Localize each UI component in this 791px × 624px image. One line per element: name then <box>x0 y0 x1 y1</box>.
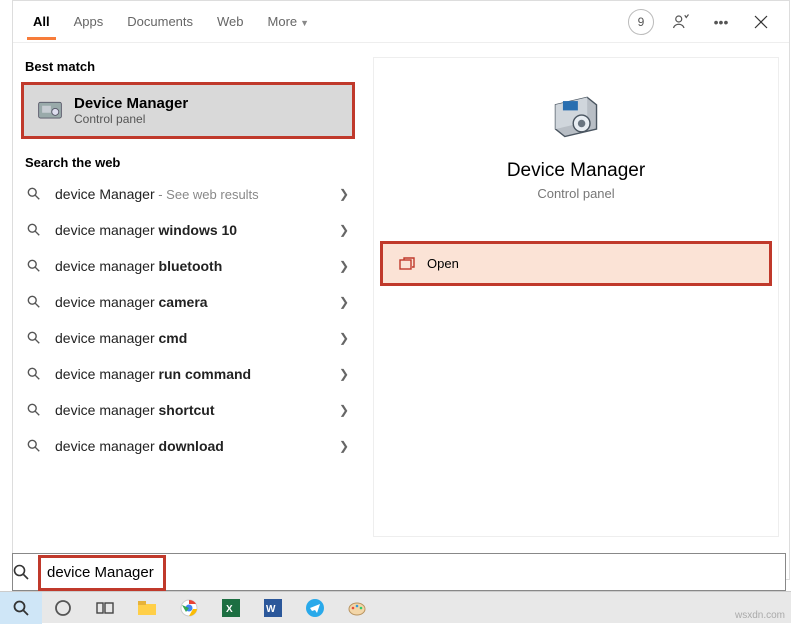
tab-bar: All Apps Documents Web More▼ 9 ••• <box>13 1 789 43</box>
chevron-right-icon: ❯ <box>339 331 349 345</box>
taskbar-cortana-icon[interactable] <box>42 592 84 624</box>
chevron-right-icon: ❯ <box>339 403 349 417</box>
web-result-item[interactable]: device Manager - See web results❯ <box>13 176 363 212</box>
best-match-header: Best match <box>13 51 363 80</box>
web-result-item[interactable]: device manager camera❯ <box>13 284 363 320</box>
search-icon <box>27 259 45 273</box>
search-icon <box>27 187 45 201</box>
taskbar-telegram-icon[interactable] <box>294 592 336 624</box>
web-result-item[interactable]: device manager download❯ <box>13 428 363 464</box>
web-result-text: device Manager - See web results <box>55 186 339 202</box>
search-panel: All Apps Documents Web More▼ 9 ••• Best … <box>12 0 790 580</box>
taskbar-paint-icon[interactable] <box>336 592 378 624</box>
best-match-item[interactable]: Device Manager Control panel <box>21 82 355 139</box>
device-manager-icon <box>36 97 64 125</box>
taskbar-word-icon[interactable]: W <box>252 592 294 624</box>
taskbar-explorer-icon[interactable] <box>126 592 168 624</box>
taskbar-chrome-icon[interactable] <box>168 592 210 624</box>
open-icon <box>399 257 415 271</box>
results-pane: Best match Device Manager Control panel … <box>13 43 363 563</box>
taskbar-search-icon[interactable] <box>0 592 42 624</box>
preview-title: Device Manager <box>384 160 768 182</box>
svg-text:W: W <box>266 604 276 615</box>
chevron-right-icon: ❯ <box>339 223 349 237</box>
svg-text:X: X <box>226 604 233 615</box>
more-options-icon[interactable]: ••• <box>707 8 735 36</box>
search-icon <box>27 295 45 309</box>
taskbar: X W <box>0 591 791 623</box>
web-result-item[interactable]: device manager bluetooth❯ <box>13 248 363 284</box>
search-icon <box>27 331 45 345</box>
close-icon[interactable] <box>747 8 775 36</box>
best-match-title: Device Manager <box>74 95 188 112</box>
chevron-right-icon: ❯ <box>339 367 349 381</box>
chevron-right-icon: ❯ <box>339 295 349 309</box>
search-bar[interactable] <box>12 553 786 591</box>
tab-web[interactable]: Web <box>205 4 256 39</box>
search-icon <box>27 403 45 417</box>
web-result-item[interactable]: device manager run command❯ <box>13 356 363 392</box>
watermark: wsxdn.com <box>735 610 785 621</box>
feedback-icon[interactable] <box>667 8 695 36</box>
search-icon <box>27 439 45 453</box>
web-result-text: device manager windows 10 <box>55 222 339 238</box>
web-result-item[interactable]: device manager windows 10❯ <box>13 212 363 248</box>
search-icon <box>13 564 43 580</box>
tab-documents[interactable]: Documents <box>115 4 205 39</box>
rewards-badge[interactable]: 9 <box>627 8 655 36</box>
web-result-text: device manager bluetooth <box>55 258 339 274</box>
open-label: Open <box>427 256 459 271</box>
web-result-text: device manager shortcut <box>55 402 339 418</box>
device-manager-icon <box>546 88 606 144</box>
preview-pane: Device Manager Control panel Open <box>363 43 789 563</box>
web-result-item[interactable]: device manager shortcut❯ <box>13 392 363 428</box>
tab-more[interactable]: More▼ <box>256 4 322 39</box>
search-web-header: Search the web <box>13 147 363 176</box>
web-result-text: device manager run command <box>55 366 339 382</box>
open-action[interactable]: Open <box>380 241 772 286</box>
search-input[interactable] <box>43 558 785 587</box>
chevron-right-icon: ❯ <box>339 259 349 273</box>
taskbar-taskview-icon[interactable] <box>84 592 126 624</box>
taskbar-excel-icon[interactable]: X <box>210 592 252 624</box>
best-match-subtitle: Control panel <box>74 112 188 126</box>
tab-all[interactable]: All <box>21 4 62 39</box>
search-icon <box>27 367 45 381</box>
tab-apps[interactable]: Apps <box>62 4 116 39</box>
search-icon <box>27 223 45 237</box>
chevron-down-icon: ▼ <box>300 18 309 28</box>
preview-subtitle: Control panel <box>384 186 768 201</box>
web-result-text: device manager camera <box>55 294 339 310</box>
chevron-right-icon: ❯ <box>339 187 349 201</box>
chevron-right-icon: ❯ <box>339 439 349 453</box>
web-result-item[interactable]: device manager cmd❯ <box>13 320 363 356</box>
web-result-text: device manager download <box>55 438 339 454</box>
web-result-text: device manager cmd <box>55 330 339 346</box>
